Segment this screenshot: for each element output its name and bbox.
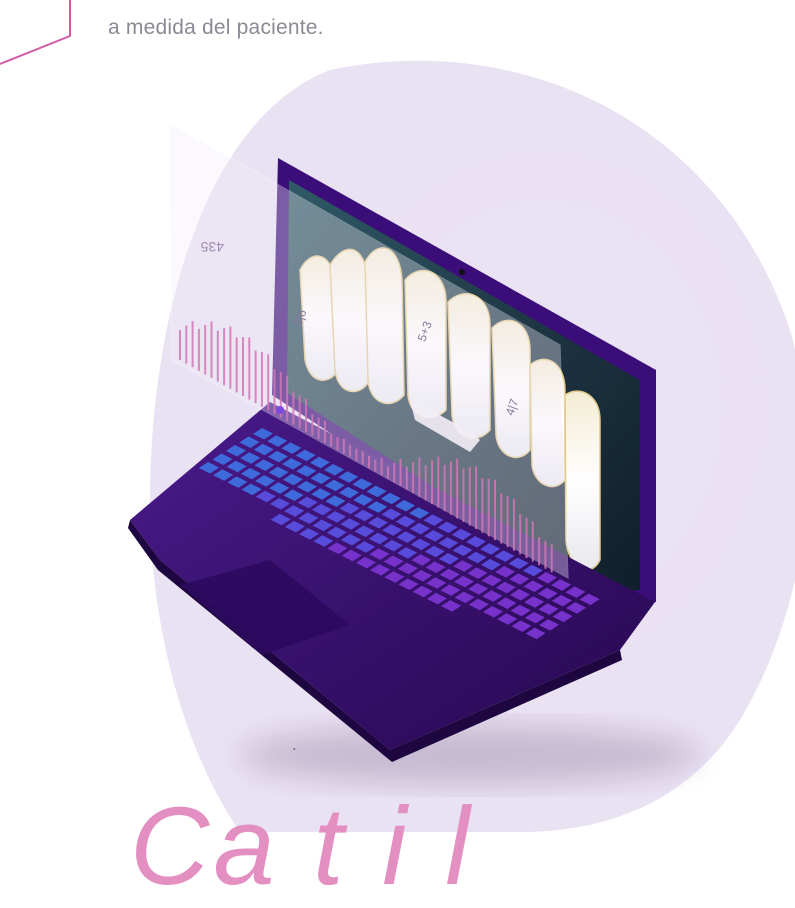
laptop-shadow [240,725,700,785]
power-indicator [276,406,284,414]
webcam-dot [459,269,465,275]
bottom-heading-fragment: Ca t i l [130,785,474,908]
laptop-dental-illustration: 435 3|6 5+3 4|7 [128,120,700,785]
overlay-number: 435 [200,239,224,255]
